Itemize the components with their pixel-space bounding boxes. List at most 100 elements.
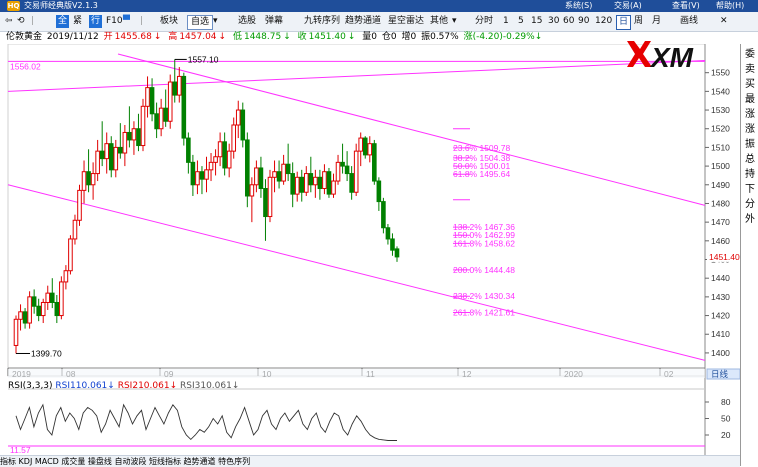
low-value-label: 1399.70: [31, 348, 62, 358]
candle-body: [299, 176, 305, 193]
candle-body: [195, 171, 200, 186]
candle-body: [90, 173, 96, 186]
candle-body: [113, 146, 119, 171]
tf-60[interactable]: 60: [563, 15, 574, 28]
tool-tight[interactable]: 紧: [73, 15, 82, 28]
candle-body: [27, 296, 32, 324]
candle-body: [390, 238, 395, 251]
candle-body: [281, 163, 286, 182]
tool-nine-turn[interactable]: 九转序列: [304, 15, 340, 28]
menu-view[interactable]: 查看(V): [672, 0, 700, 12]
tool-stock-pick[interactable]: 选股: [238, 15, 256, 28]
back-icon[interactable]: ⇦: [5, 15, 13, 28]
open-interest: 仓0: [381, 32, 397, 42]
plot-frame: [7, 44, 706, 377]
candle-body: [145, 87, 150, 107]
rsi-line: [15, 403, 397, 441]
candle-body: [313, 176, 318, 186]
candle-body: [308, 173, 314, 186]
candle-body: [217, 141, 223, 158]
candle-body: [131, 128, 137, 141]
rsi2-label: RSI2: [117, 381, 139, 391]
candle-body: [294, 176, 300, 195]
high-price: 高 1457.04 ↓: [168, 32, 227, 42]
price-tick-label: 1550: [711, 68, 730, 78]
undo-icon[interactable]: ⟲: [17, 15, 25, 28]
candle-body: [303, 173, 309, 193]
time-scrollbar[interactable]: [8, 369, 705, 378]
candle-body: [140, 105, 146, 147]
price-tick-label: 1500: [711, 161, 730, 171]
tf-15[interactable]: 15: [531, 15, 542, 28]
watchlist-dropdown-icon[interactable]: ▾: [213, 15, 218, 28]
price-tick-label: 1540: [711, 86, 730, 96]
amplitude: 振0.57%: [421, 32, 459, 42]
menu-help[interactable]: 帮助(H): [716, 0, 744, 12]
price-tick-label: 1420: [711, 311, 730, 321]
open-price: 开 1455.68 ↓: [103, 32, 162, 42]
price-tick-label: 1410: [711, 329, 730, 339]
price-tick-label: 1440: [711, 273, 730, 283]
tf-120[interactable]: 120: [595, 15, 612, 28]
tool-watchlist[interactable]: 自选: [187, 15, 214, 30]
indicator-tab-bar[interactable]: 指标 KDJ MACD 成交量 操盘线 自动波段 短线指标 趋势通道 特色序列: [0, 455, 740, 467]
candle-body: [172, 81, 178, 96]
tool-star-radar[interactable]: 星空雷达: [388, 15, 424, 28]
candle-body: [86, 171, 91, 186]
menu-system[interactable]: 系统(S): [565, 0, 592, 12]
candle-body: [344, 165, 350, 175]
tool-full[interactable]: 全: [56, 15, 70, 28]
tool-quote[interactable]: 行: [89, 15, 103, 28]
candle-body: [245, 139, 250, 197]
window-icon[interactable]: ▀: [123, 15, 130, 28]
candle-body: [254, 167, 259, 186]
candle-body: [331, 180, 336, 195]
candle-body: [199, 171, 205, 180]
chart-canvas[interactable]: 1550 1540 1530 1520 1510 1500 1490 1480 1470 1460…: [0, 44, 740, 455]
menu-trade[interactable]: 交易(A): [614, 0, 642, 12]
last-price-label: 1451.40: [709, 252, 740, 262]
candle-body: [349, 173, 354, 193]
candle-body: [158, 107, 164, 130]
pin-icon[interactable]: ✕: [720, 15, 728, 28]
candle-body: [258, 167, 264, 190]
candle-body: [394, 248, 400, 258]
candle-body: [72, 219, 78, 240]
side-label: 分: [745, 199, 755, 210]
other-dropdown-icon[interactable]: ▾: [452, 15, 457, 28]
side-label: 外: [745, 214, 755, 225]
tf-week[interactable]: 周: [634, 15, 643, 28]
tf-month[interactable]: 月: [652, 15, 661, 28]
tf-30[interactable]: 30: [548, 15, 559, 28]
symbol-name: 伦敦黄金: [6, 32, 43, 42]
fib-level-label: 161.8% 1458.62: [453, 238, 515, 248]
price-tick-label: 1460: [711, 236, 730, 246]
tf-5[interactable]: 5: [518, 15, 524, 28]
rsi-tick-label: 20: [721, 430, 731, 440]
tool-f10[interactable]: F10: [106, 15, 123, 28]
tf-90[interactable]: 90: [578, 15, 589, 28]
candle-body: [267, 176, 273, 218]
price-tick-label: 1530: [711, 105, 730, 115]
tool-draw-line[interactable]: 画线: [680, 15, 698, 28]
tf-day[interactable]: 日: [616, 15, 632, 30]
candle-body: [213, 156, 218, 163]
side-label: 涨: [745, 124, 755, 135]
tf-1[interactable]: 1: [503, 15, 509, 28]
price-tick-label: 1490: [711, 180, 730, 190]
candle-body: [54, 301, 60, 317]
candle-body: [290, 173, 295, 195]
candle-body: [362, 137, 368, 156]
tool-other[interactable]: 其他: [430, 15, 448, 28]
fib-level-label: 23.6% 1509.78: [453, 143, 510, 153]
price-tick-label: 1510: [711, 142, 730, 152]
oi-change: 增0: [401, 32, 417, 42]
rsi-bottom-value: 11.57: [10, 445, 31, 455]
tool-sector[interactable]: 板块: [160, 15, 178, 28]
tool-trend-channel[interactable]: 趋势通道: [345, 15, 381, 28]
candle-body: [136, 128, 141, 147]
candle-body: [108, 143, 114, 171]
tool-danmaku[interactable]: 弹幕: [265, 15, 283, 28]
tf-intraday[interactable]: 分时: [475, 15, 493, 28]
candle-body: [122, 131, 128, 154]
